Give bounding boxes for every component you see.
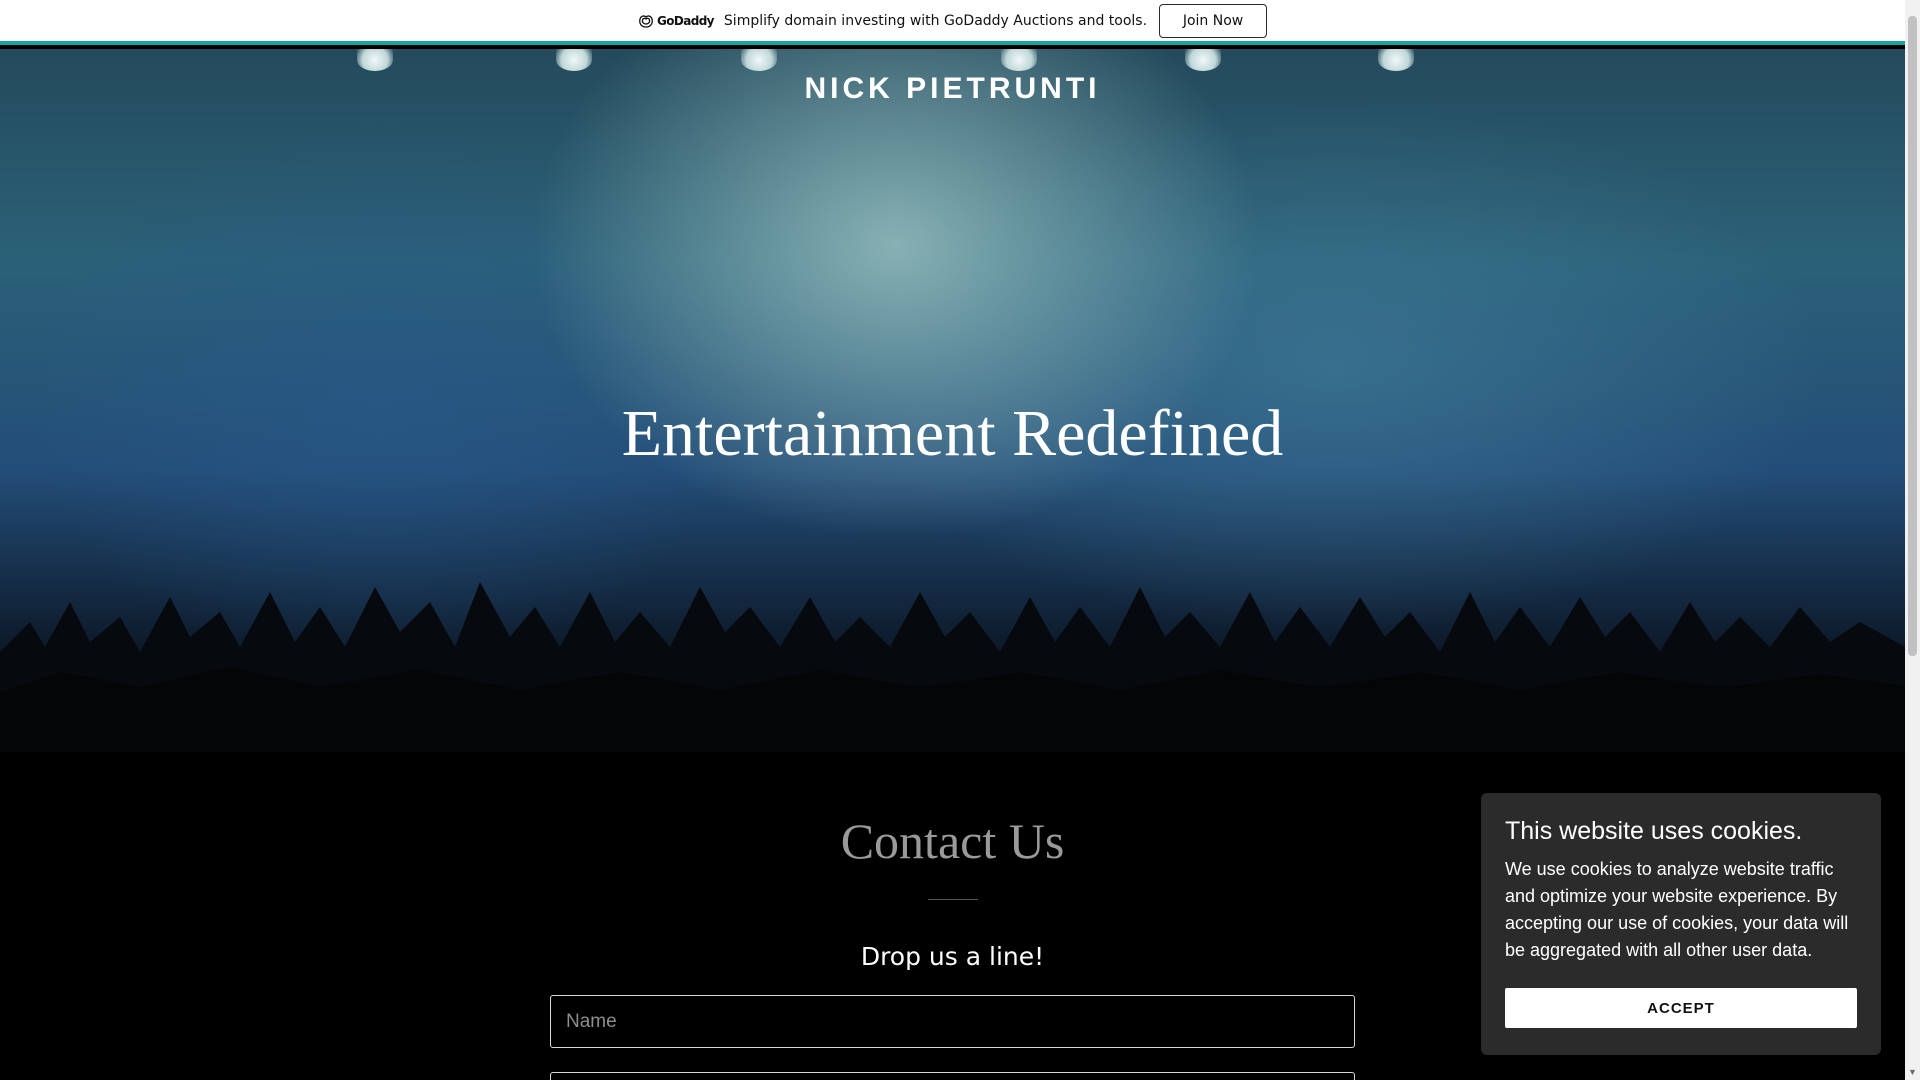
section-divider (928, 899, 978, 900)
stage-light (556, 49, 592, 71)
promo-banner: GoDaddy Simplify domain investing with G… (0, 0, 1905, 45)
hero-headline: Entertainment Redefined (621, 397, 1284, 470)
stage-light (1378, 49, 1414, 71)
promo-message: Simplify domain investing with GoDaddy A… (723, 12, 1148, 29)
name-field[interactable] (550, 995, 1355, 1048)
stage-light (1001, 49, 1037, 71)
cookie-title: This website uses cookies. (1505, 817, 1803, 845)
next-form-field[interactable] (550, 1072, 1355, 1080)
godaddy-logo-text: GoDaddy (656, 13, 715, 28)
cookie-text: We use cookies to analyze website traffi… (1505, 859, 1849, 960)
crowd-silhouette (0, 582, 1905, 752)
site-name[interactable]: NICK PIETRUNTI (0, 72, 1905, 106)
cookie-popup: This website uses cookies. We use cookie… (1481, 793, 1881, 1055)
hero-section: NICK PIETRUNTI Entertainment Redefined (0, 49, 1905, 752)
stage-light (1185, 49, 1221, 71)
godaddy-logo[interactable]: GoDaddy (638, 13, 715, 28)
scrollbar[interactable]: ▼ (1905, 0, 1920, 1080)
stage-light (741, 49, 777, 71)
scroll-down-arrow-icon[interactable]: ▼ (1905, 1065, 1920, 1080)
godaddy-icon (639, 14, 653, 28)
scrollbar-thumb[interactable] (1908, 16, 1917, 656)
join-now-button[interactable]: Join Now (1159, 3, 1268, 38)
accept-cookies-button[interactable]: ACCEPT (1505, 988, 1857, 1028)
stage-light (357, 49, 393, 71)
